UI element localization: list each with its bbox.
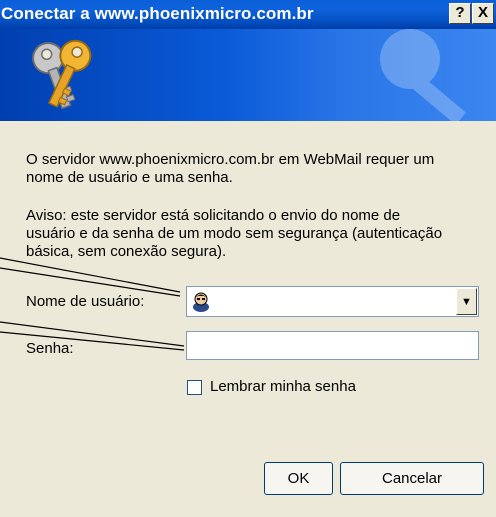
callout-lines (0, 257, 185, 351)
login-dialog: Conectar a www.phoenixmicro.com.br ? X O… (0, 0, 496, 517)
